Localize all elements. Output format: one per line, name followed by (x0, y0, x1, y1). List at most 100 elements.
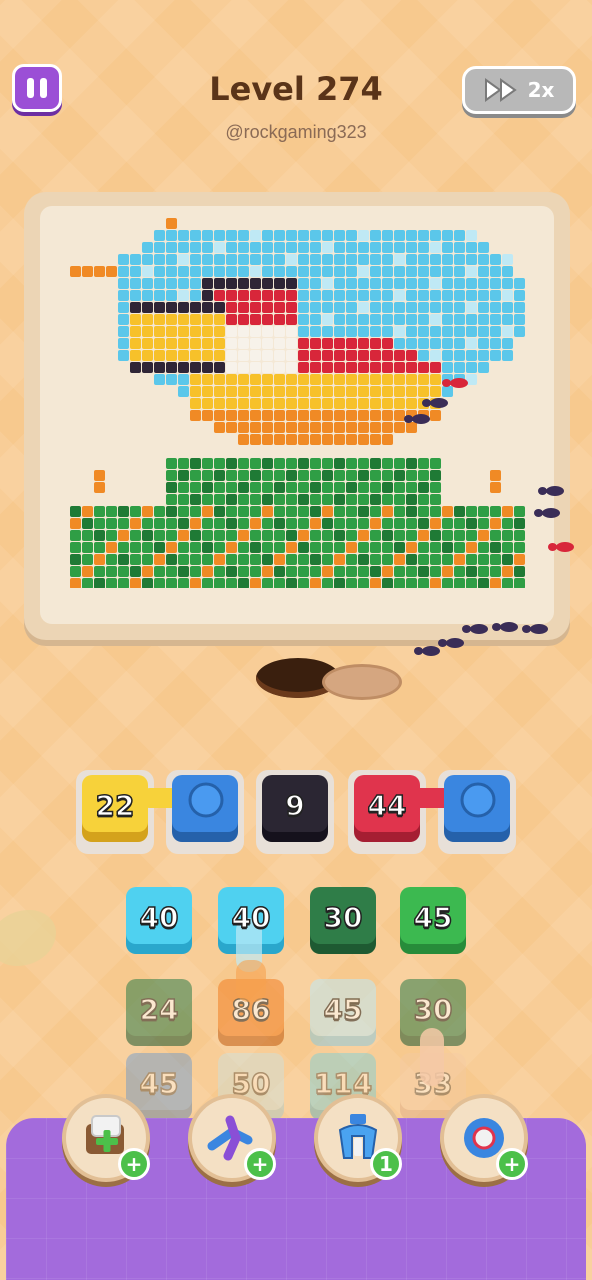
pixel-cell (478, 362, 489, 373)
pixel-cell (262, 566, 273, 577)
pixel-cell (274, 338, 285, 349)
pixel-cell (406, 326, 417, 337)
pixel-cell (274, 362, 285, 373)
pixel-cell (478, 338, 489, 349)
pixel-cell (142, 518, 153, 529)
pixel-cell (298, 434, 309, 445)
pixel-cell (154, 362, 165, 373)
pixel-cell (298, 242, 309, 253)
pixel-cell (274, 458, 285, 469)
pixel-cell (166, 218, 177, 229)
pixel-cell (430, 518, 441, 529)
speed-button[interactable]: 2x (462, 66, 576, 114)
pixel-cell (262, 362, 273, 373)
pixel-cell (502, 314, 513, 325)
pixel-cell (118, 518, 129, 529)
conveyor-tile[interactable]: 9 (258, 772, 332, 846)
pixel-cell (202, 230, 213, 241)
pixel-cell (190, 230, 201, 241)
grid-tile[interactable]: 45 (396, 884, 470, 958)
pixel-cell (202, 530, 213, 541)
pixel-cell (70, 266, 81, 277)
pixel-cell (226, 290, 237, 301)
pixel-cell (226, 326, 237, 337)
pixel-cell (442, 278, 453, 289)
magnet-booster-button[interactable]: 1 (314, 1094, 402, 1182)
pixel-cell (262, 230, 273, 241)
pixel-cell (154, 542, 165, 553)
grid-tile[interactable]: 24 (122, 976, 196, 1050)
pixel-cell (322, 566, 333, 577)
grid-tile[interactable]: 30 (306, 884, 380, 958)
pixel-cell (406, 386, 417, 397)
pixel-cell (274, 266, 285, 277)
pixel-cell (250, 554, 261, 565)
grid-tile[interactable]: 45 (306, 976, 380, 1050)
pixel-cell (274, 542, 285, 553)
pixel-cell (106, 578, 117, 588)
conveyor-tile[interactable]: 22 (78, 772, 152, 846)
pixel-cell (514, 290, 525, 301)
pixel-cell (478, 314, 489, 325)
pixel-cell (490, 314, 501, 325)
conveyor-tile[interactable] (168, 772, 242, 846)
pixel-cell (418, 326, 429, 337)
pixel-cell (202, 278, 213, 289)
pixel-cell (418, 278, 429, 289)
pixel-cell (466, 266, 477, 277)
pixel-cell (274, 278, 285, 289)
pixel-cell (238, 230, 249, 241)
pixel-cell (370, 362, 381, 373)
pixel-cell (454, 530, 465, 541)
pixel-cell (238, 326, 249, 337)
pixel-cell (418, 302, 429, 313)
pixel-cell (214, 542, 225, 553)
pixel-cell (478, 566, 489, 577)
pixel-cell (166, 554, 177, 565)
fast-forward-icon (484, 78, 517, 102)
pixel-cell (514, 326, 525, 337)
pixel-cell (262, 422, 273, 433)
ant (442, 378, 468, 388)
pixel-cell (274, 470, 285, 481)
pixel-cell (226, 254, 237, 265)
pixel-cell (322, 458, 333, 469)
pixel-cell (178, 542, 189, 553)
pixel-cell (190, 350, 201, 361)
pixel-cell (226, 554, 237, 565)
pixel-cell (514, 278, 525, 289)
ring-booster-button[interactable]: + (440, 1094, 528, 1182)
pixel-cell (286, 350, 297, 361)
pixel-cell (250, 434, 261, 445)
conveyor-tile[interactable] (440, 772, 514, 846)
pixel-cell (94, 566, 105, 577)
pixel-cell (178, 314, 189, 325)
pixel-cell (478, 578, 489, 588)
shuffle-booster-button[interactable]: + (188, 1094, 276, 1182)
pixel-cell (334, 458, 345, 469)
pixel-cell (466, 302, 477, 313)
pixel-cell (346, 434, 357, 445)
add-box-booster-button[interactable]: + (62, 1094, 150, 1182)
pixel-cell (130, 554, 141, 565)
pixel-cell (442, 230, 453, 241)
pixel-cell (250, 278, 261, 289)
pixel-cell (214, 482, 225, 493)
pixel-cell (190, 482, 201, 493)
pixel-cell (70, 578, 81, 588)
pixel-cell (322, 302, 333, 313)
pixel-cell (490, 518, 501, 529)
pixel-cell (418, 578, 429, 588)
pixel-cell (238, 302, 249, 313)
pixel-cell (130, 254, 141, 265)
pixel-cell (190, 254, 201, 265)
grid-tile[interactable]: 40 (122, 884, 196, 958)
conveyor-tile[interactable]: 44 (350, 772, 424, 846)
pixel-cell (178, 386, 189, 397)
pixel-cell (406, 530, 417, 541)
pixel-cell (202, 578, 213, 588)
pixel-cell (238, 494, 249, 505)
pixel-cell (358, 302, 369, 313)
pixel-cell (202, 302, 213, 313)
pixel-cell (82, 518, 93, 529)
